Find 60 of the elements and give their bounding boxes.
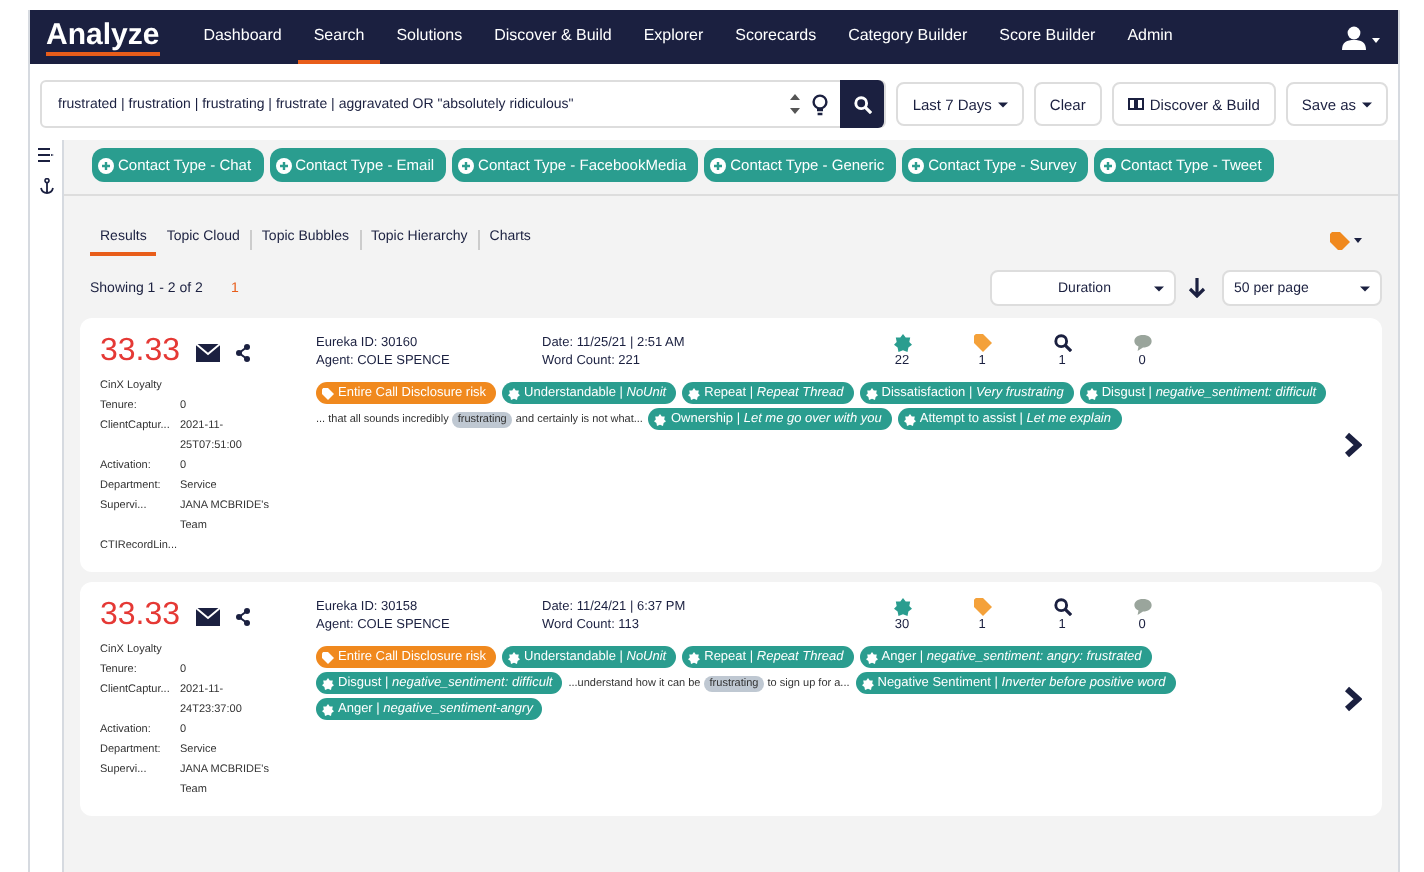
list-icon[interactable] [38,148,54,162]
envelope-icon [196,607,221,625]
nav-item[interactable]: Admin [1111,10,1189,64]
plus-circle-icon [710,157,727,173]
search-icon [1053,334,1071,352]
chevron-right-icon[interactable] [1344,686,1362,712]
badge-icon [322,703,334,715]
caret-icon [997,101,1008,107]
badge-icon [1085,387,1098,399]
badge-icon [688,387,701,399]
app-logo: Analyze [46,19,160,55]
score: 33.33 [100,334,181,370]
nav-item[interactable]: Search [297,10,381,64]
plus-circle-icon [908,157,925,173]
tag-icon [322,387,334,399]
chevron-right-icon[interactable] [1344,432,1362,458]
badge-icon [508,387,521,399]
plus-circle-icon [275,157,292,173]
nav-item[interactable]: Solutions [380,10,479,64]
search-icon [1053,598,1071,616]
score: 33.33 [100,598,181,634]
nav-item[interactable]: Explorer [627,10,720,64]
nav-item[interactable]: Category Builder [832,10,984,64]
nav-item[interactable]: Scorecards [719,10,833,64]
tag-icon [322,651,334,663]
badge-icon [861,677,874,689]
columns-icon [1127,98,1144,110]
envelope-icon [196,343,221,361]
caret-icon [1154,285,1164,291]
tag-icon [973,598,991,616]
share-icon[interactable] [236,607,251,625]
badge-icon [508,651,521,663]
anchor-icon[interactable] [39,178,53,194]
user-menu-icon[interactable] [1342,25,1382,49]
badge-icon [654,413,667,425]
lightbulb-icon[interactable] [812,93,829,115]
badge-icon [893,334,911,352]
badge-icon [893,598,911,616]
nav-item[interactable]: Dashboard [187,10,298,64]
badge-icon [903,413,916,425]
sort-direction-icon[interactable] [1188,278,1206,298]
nav-item[interactable]: Score Builder [983,10,1112,64]
caret-icon [1360,285,1370,291]
badge-icon [322,677,334,689]
plus-circle-icon [458,157,475,173]
tag-dropdown-icon[interactable] [1330,231,1362,249]
tag-icon [973,334,991,352]
nav-item[interactable]: Discover & Build [478,10,628,64]
badge-icon [688,651,701,663]
plus-circle-icon [1100,157,1117,173]
comment-icon [1133,334,1151,352]
share-icon[interactable] [236,343,251,361]
caret-icon [1362,101,1372,107]
badge-icon [865,651,878,663]
comment-icon [1133,598,1151,616]
search-button[interactable] [840,80,885,128]
search-icon [853,95,872,113]
plus-circle-icon [98,157,114,173]
spinner-arrows-icon[interactable] [790,92,801,116]
badge-icon [865,387,878,399]
